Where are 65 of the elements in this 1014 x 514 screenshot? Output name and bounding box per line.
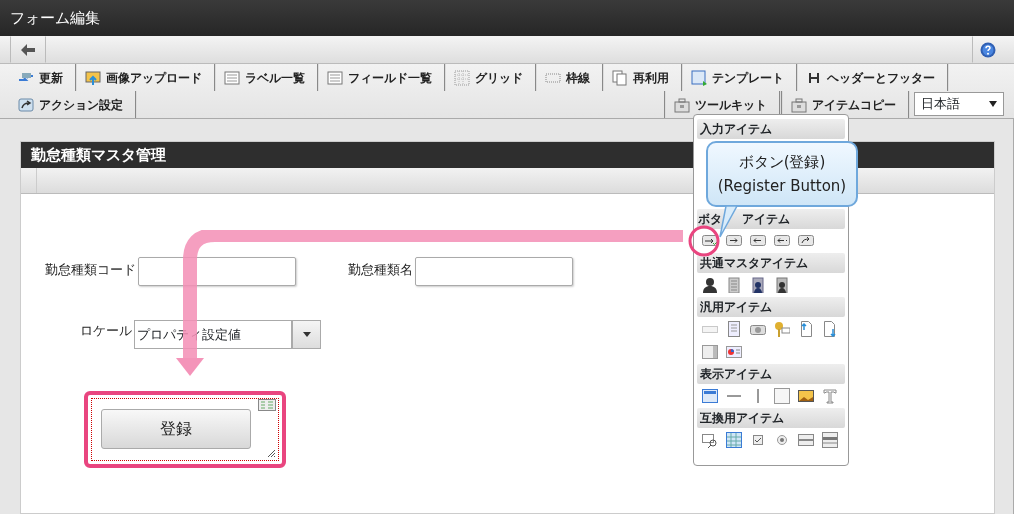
- field-label: 勤怠種類名: [348, 260, 413, 279]
- field-label: ロケール: [80, 321, 132, 340]
- toolkit-section-header: 共通マスタアイテム: [697, 253, 845, 273]
- toolkit-section-header: 互換用アイテム: [697, 408, 845, 428]
- button-icon[interactable]: [726, 233, 742, 249]
- template-icon: [691, 69, 707, 86]
- documents-icon: [612, 69, 628, 86]
- image-icon[interactable]: [798, 388, 814, 404]
- toolkit-section-header: ボタ: [698, 211, 722, 228]
- list-box-icon[interactable]: [822, 432, 838, 448]
- search-window-icon[interactable]: [702, 432, 718, 448]
- toolkit-section-header: 汎用アイテム: [697, 297, 845, 317]
- input-field[interactable]: [138, 257, 296, 286]
- grid-icon: [454, 69, 470, 86]
- file-upload-icon[interactable]: [798, 321, 814, 337]
- toolbar-button[interactable]: 再利用: [604, 64, 683, 91]
- toolbox-icon: [674, 96, 690, 113]
- toolbar-button[interactable]: ラベル一覧: [216, 64, 319, 91]
- list-icon: [224, 69, 240, 86]
- label-icon[interactable]: [702, 388, 718, 404]
- register-button[interactable]: 登録: [101, 409, 251, 449]
- button-icon[interactable]: [750, 233, 766, 249]
- button-icon[interactable]: [798, 233, 814, 249]
- toolkit-section-header: 表示アイテム: [697, 364, 845, 384]
- building-person-icon[interactable]: [750, 277, 766, 293]
- toolbar-button[interactable]: 更新: [10, 64, 77, 91]
- grid-settings-icon: [258, 399, 276, 411]
- toolbar-button[interactable]: グリッド: [446, 64, 537, 91]
- toolbar-button[interactable]: アクション設定: [10, 91, 137, 118]
- building-icon[interactable]: [726, 277, 742, 293]
- person-icon[interactable]: [702, 277, 718, 293]
- panel-icon[interactable]: [702, 344, 718, 360]
- toolbar-button[interactable]: テンプレート: [683, 64, 798, 91]
- radio-icon[interactable]: [774, 432, 790, 448]
- toolkit-section-header: 入力アイテム: [697, 119, 845, 139]
- action-icon: [18, 96, 34, 113]
- toolbar-button[interactable]: 画像アップロード: [77, 64, 216, 91]
- help-icon: [980, 41, 996, 58]
- checkbox-icon[interactable]: [750, 432, 766, 448]
- back-arrow-icon: [21, 43, 35, 56]
- field-label: 勤怠種類コード: [45, 260, 136, 279]
- back-button[interactable]: [10, 36, 46, 63]
- dropdown-caret-icon: [989, 101, 997, 107]
- chart-card-icon[interactable]: [726, 344, 742, 360]
- table-icon[interactable]: [726, 432, 742, 448]
- input-field[interactable]: [415, 257, 573, 286]
- image-upload-icon: [85, 69, 101, 86]
- building-person-icon[interactable]: [774, 277, 790, 293]
- list-box-icon[interactable]: [798, 432, 814, 448]
- list-icon: [327, 69, 343, 86]
- callout-text: (Register Button): [716, 176, 848, 197]
- toolkit-section-header: アイテム: [742, 211, 790, 228]
- box-icon[interactable]: [774, 388, 790, 404]
- button-icon[interactable]: [774, 233, 790, 249]
- document-icon[interactable]: [726, 321, 742, 337]
- toolbar-button[interactable]: 枠線: [537, 64, 604, 91]
- resize-grip-icon: [268, 450, 275, 457]
- highlight-circle: [688, 225, 720, 257]
- text-icon[interactable]: [822, 388, 838, 404]
- dropdown-caret-icon: [302, 332, 311, 337]
- language-select[interactable]: 日本語: [914, 92, 1004, 116]
- window-title: フォーム編集: [10, 7, 100, 29]
- key-icon[interactable]: [774, 321, 790, 337]
- toolbar-button[interactable]: フィールド一覧: [319, 64, 446, 91]
- file-download-icon[interactable]: [822, 321, 838, 337]
